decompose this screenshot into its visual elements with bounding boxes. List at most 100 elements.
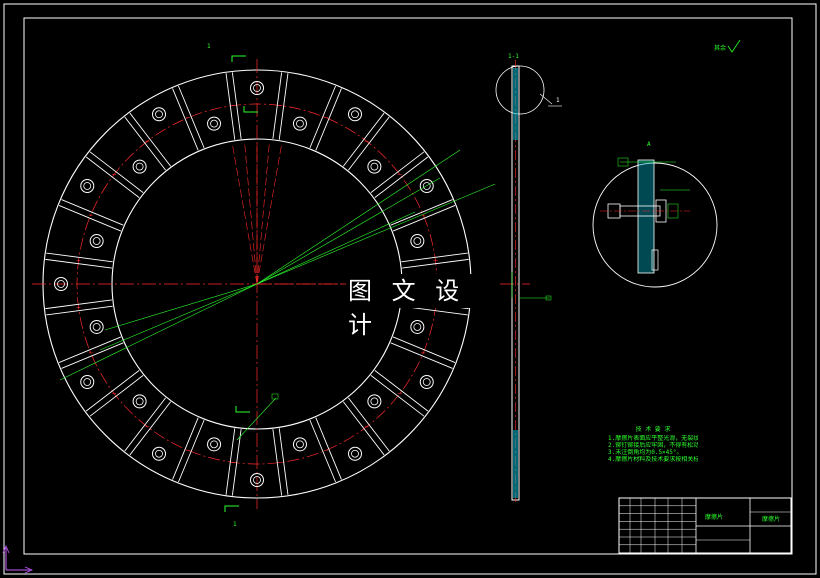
rivet-hole-outer <box>89 319 104 334</box>
rivet-hole-inner <box>370 397 379 406</box>
segment-slot-edge <box>315 88 342 151</box>
segment-slot-edge <box>348 116 390 171</box>
tech-req-line: 4.摩擦片材料及技术要求按相关标准。 <box>608 456 698 463</box>
segment-slot-edge <box>61 342 124 369</box>
rivet-hole-outer <box>367 394 382 409</box>
construction-ray <box>256 146 282 285</box>
tech-req-line: 1.摩擦片表面应平整光滑，无裂纹。 <box>608 435 698 442</box>
detail-view-a <box>592 157 718 288</box>
segment-slot-edge <box>342 401 385 456</box>
rivet-hole-outer <box>80 375 95 389</box>
segment-slot-edge <box>374 156 429 199</box>
rivet-hole-inner <box>422 378 431 386</box>
ucs-axis-icon <box>2 544 34 574</box>
section-mark-top: 1 <box>207 43 211 50</box>
segment-slot-edge <box>390 199 453 226</box>
rivet-hole-inner <box>83 378 92 386</box>
rivet-hole-outer <box>152 107 166 122</box>
segment-slot-edge <box>370 375 425 417</box>
rivet-hole-inner <box>210 440 218 449</box>
segment-slot-edge <box>309 85 336 149</box>
roughness-note: 其余 <box>714 45 727 52</box>
rivet-hole-inner <box>296 119 304 128</box>
segment-slot-edge <box>124 397 166 452</box>
segment-slot-edge <box>89 375 144 417</box>
segment-slot-edge <box>374 369 429 412</box>
segment-slot-edge <box>58 205 122 232</box>
segment-slot-edge <box>390 342 453 369</box>
section-cut-bottom-lower <box>224 505 239 512</box>
segment-slot-edge <box>309 419 336 483</box>
rivet-hole-inner <box>370 162 379 171</box>
segment-slot-edge <box>85 156 140 199</box>
roughness-symbol-icon <box>727 39 741 53</box>
segment-slot-edge <box>58 336 122 363</box>
rivet-hole-inner <box>351 110 359 119</box>
title-block-drawing-number: 摩擦片 <box>762 516 781 523</box>
dimension-ray <box>59 283 258 381</box>
rivet-hole-outer <box>89 234 104 249</box>
technical-requirements: 技 术 要 求 1.摩擦片表面应平整光滑，无裂纹。 2.铆钉铆接后应牢固，不得有… <box>608 426 698 463</box>
rivet-hole-outer <box>207 437 222 452</box>
rivet-hole-outer <box>207 116 222 131</box>
segment-slot-edge <box>61 199 124 226</box>
rivet-hole-outer <box>132 394 147 409</box>
segment-slot-edge <box>124 116 166 171</box>
segment-slot-edge <box>392 336 456 363</box>
rivet-hole-inner <box>83 182 92 190</box>
segment-slot-edge <box>370 151 425 193</box>
tech-req-line: 3.未注倒角均为0.5×45°。 <box>608 449 683 456</box>
segment-slot-edge <box>172 88 199 151</box>
segment-slot-edge <box>342 112 385 167</box>
rivet-hole-inner <box>155 110 163 119</box>
section-cut-top <box>231 55 246 62</box>
title-block-part-name: 摩擦片 <box>705 514 724 521</box>
section-cut-bottom <box>235 406 250 413</box>
rivet-hole-outer <box>80 179 95 193</box>
rivet-hole-inner <box>155 449 163 458</box>
section-cut-top-lower <box>243 106 258 113</box>
dimension-ray <box>104 283 258 331</box>
segment-slot-edge <box>172 417 199 480</box>
segment-slot-edge <box>178 419 205 483</box>
rivet-hole-inner <box>413 237 422 245</box>
construction-ray <box>232 146 258 285</box>
segment-slot-edge <box>89 151 144 193</box>
leader-line <box>236 397 277 441</box>
detail-callout: 1 <box>556 97 560 104</box>
rivet-hole-inner <box>135 397 144 406</box>
rivet-hole-inner <box>296 440 304 449</box>
construction-ray <box>256 144 270 285</box>
dimension-box <box>271 393 279 400</box>
tech-req-title: 技 术 要 求 <box>635 426 671 433</box>
construction-ray <box>244 144 258 285</box>
rivet-hole-inner <box>92 237 101 245</box>
segment-slot-edge <box>348 397 390 452</box>
segment-slot-edge <box>315 417 342 480</box>
dimension-ray <box>256 183 496 285</box>
rivet-hole-outer <box>348 107 362 122</box>
rivet-hole-inner <box>210 119 218 128</box>
detail-view-title: A <box>647 141 651 148</box>
rivet-hole-outer <box>292 116 307 131</box>
rivet-hole-outer <box>410 319 425 334</box>
tech-req-line: 2.铆钉铆接后应牢固，不得有松动现象。 <box>608 442 698 449</box>
section-view-title: 1-1 <box>508 53 519 60</box>
watermark-text: 图 文 设 计 <box>346 274 498 339</box>
dimension-ray <box>256 149 461 285</box>
segment-slot-edge <box>392 205 456 232</box>
rivet-hole-outer <box>152 446 166 461</box>
rivet-hole-inner <box>92 323 101 331</box>
rivet-hole-inner <box>413 323 422 331</box>
rivet-hole-inner <box>135 162 144 171</box>
segment-slot-edge <box>129 401 172 456</box>
rivet-hole-outer <box>419 375 434 389</box>
rivet-hole-outer <box>348 446 362 461</box>
rivet-hole-outer <box>132 159 147 174</box>
rivet-hole-inner <box>351 449 359 458</box>
rivet-hole-outer <box>367 159 382 174</box>
segment-slot-edge <box>178 85 205 149</box>
dimension-ray <box>99 283 258 351</box>
segment-slot-edge <box>129 112 172 167</box>
dimension-ray <box>256 177 441 285</box>
